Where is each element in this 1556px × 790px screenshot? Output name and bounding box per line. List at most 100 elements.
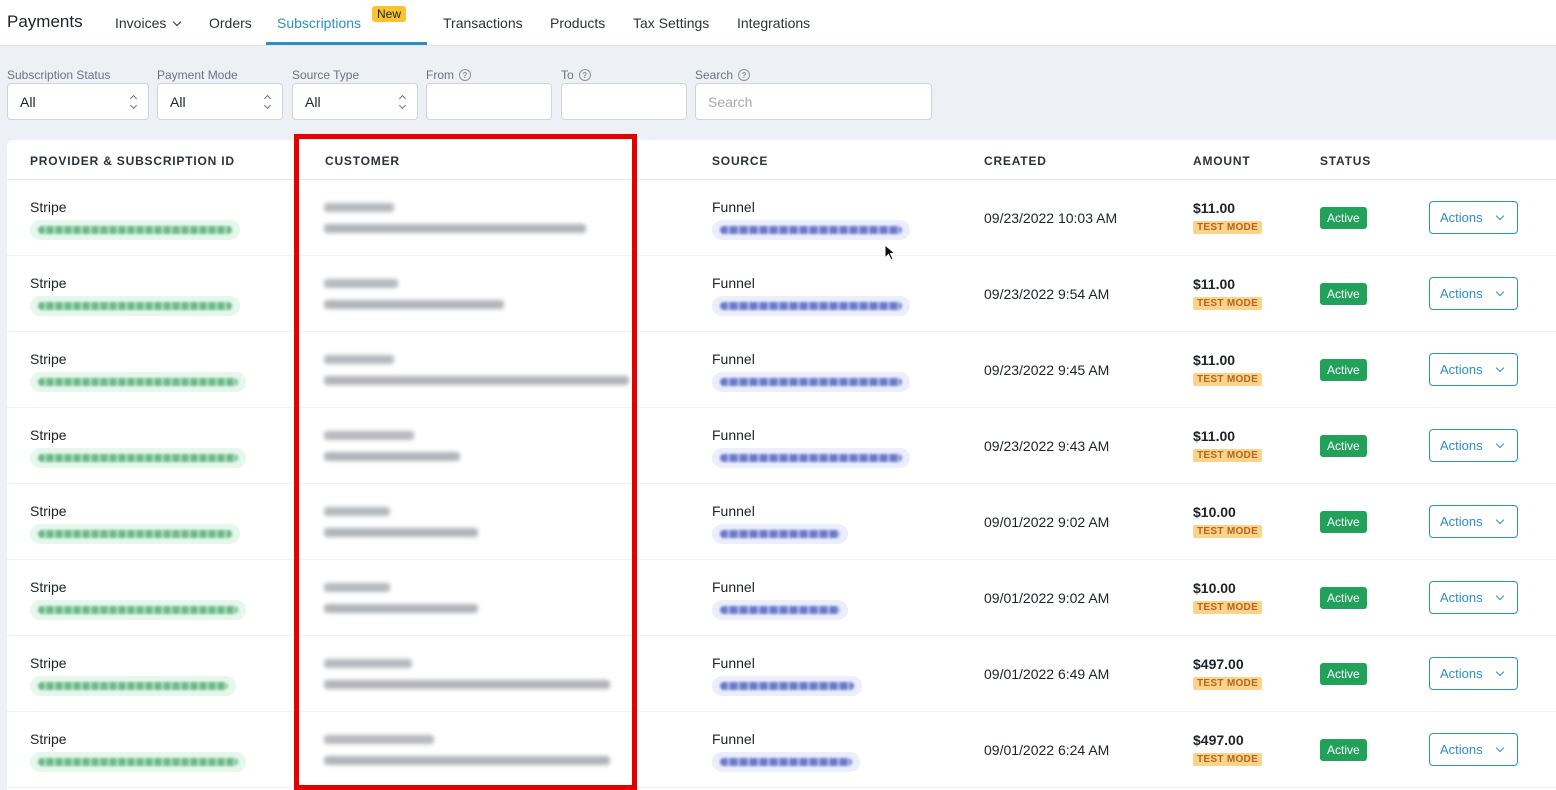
source-link-redacted[interactable] xyxy=(712,448,910,468)
chevron-down-icon xyxy=(1495,363,1504,372)
customer-email-redacted xyxy=(324,604,478,613)
to-label-text: To xyxy=(561,68,574,82)
customer-name-redacted xyxy=(324,431,414,440)
subscription-id-redacted xyxy=(30,752,246,772)
customer-email-redacted xyxy=(324,680,610,689)
actions-button[interactable]: Actions xyxy=(1429,581,1518,614)
sort-arrows-icon xyxy=(263,94,272,109)
amount-value: $11.00 xyxy=(1193,276,1236,292)
payment-mode-label: Payment Mode xyxy=(157,68,238,82)
created-date: 09/23/2022 9:54 AM xyxy=(984,286,1110,302)
subscription-id-redacted xyxy=(30,296,240,316)
source-link-redacted[interactable] xyxy=(712,752,860,772)
nav-integrations[interactable]: Integrations xyxy=(737,15,810,31)
subscription-id-redacted xyxy=(30,600,246,620)
to-date-input[interactable] xyxy=(561,83,687,120)
help-icon[interactable]: ? xyxy=(738,69,751,81)
table-row: Stripe Funnel 09/23/2022 9:43 AM $11.00 … xyxy=(7,408,1556,484)
chevron-down-icon xyxy=(173,17,182,27)
source-type: Funnel xyxy=(712,199,755,215)
source-type-select[interactable]: All xyxy=(292,83,418,120)
provider-name: Stripe xyxy=(30,427,67,443)
customer-name-redacted xyxy=(324,355,394,364)
source-type: Funnel xyxy=(712,427,755,443)
actions-button[interactable]: Actions xyxy=(1429,277,1518,310)
created-date: 09/01/2022 9:02 AM xyxy=(984,514,1110,530)
help-icon[interactable]: ? xyxy=(578,69,591,81)
amount-value: $11.00 xyxy=(1193,352,1236,368)
provider-name: Stripe xyxy=(30,275,67,291)
search-label-text: Search xyxy=(695,68,734,82)
payment-mode-select[interactable]: All xyxy=(157,83,283,120)
subscription-id-redacted xyxy=(30,524,240,544)
active-tab-indicator xyxy=(266,42,427,45)
actions-button[interactable]: Actions xyxy=(1429,505,1518,538)
source-link-redacted[interactable] xyxy=(712,372,910,392)
to-label: To? xyxy=(561,68,591,82)
source-link-redacted[interactable] xyxy=(712,524,848,544)
customer-name-redacted xyxy=(324,583,390,592)
table-row: Stripe Funnel 09/23/2022 9:45 AM $11.00 … xyxy=(7,332,1556,408)
source-link-redacted[interactable] xyxy=(712,676,862,696)
header-status: STATUS xyxy=(1320,154,1372,168)
amount-value: $10.00 xyxy=(1193,580,1236,596)
from-label: From? xyxy=(426,68,471,82)
payment-mode-value: All xyxy=(170,93,186,110)
help-icon[interactable]: ? xyxy=(459,69,471,81)
amount-value: $11.00 xyxy=(1193,200,1236,216)
search-input[interactable] xyxy=(695,83,932,120)
actions-button[interactable]: Actions xyxy=(1429,353,1518,386)
actions-label: Actions xyxy=(1440,438,1483,453)
chevron-down-icon xyxy=(1495,439,1504,448)
nav-orders[interactable]: Orders xyxy=(209,15,252,31)
nav-tax-settings[interactable]: Tax Settings xyxy=(633,15,709,31)
nav-transactions[interactable]: Transactions xyxy=(443,15,523,31)
created-date: 09/01/2022 6:49 AM xyxy=(984,666,1110,682)
actions-button[interactable]: Actions xyxy=(1429,201,1518,234)
provider-name: Stripe xyxy=(30,351,67,367)
customer-email-redacted xyxy=(324,756,610,765)
nav-invoices[interactable]: Invoices xyxy=(115,15,182,31)
customer-email-redacted xyxy=(324,224,586,233)
subscription-status-value: All xyxy=(20,93,36,110)
table-row: Stripe Funnel 09/01/2022 9:02 AM $10.00 … xyxy=(7,560,1556,636)
actions-button[interactable]: Actions xyxy=(1429,733,1518,766)
source-link-redacted[interactable] xyxy=(712,600,848,620)
customer-name-redacted xyxy=(324,203,394,212)
customer-name-redacted xyxy=(324,659,412,668)
provider-name: Stripe xyxy=(30,655,67,671)
source-link-redacted[interactable] xyxy=(712,220,910,240)
search-label: Search? xyxy=(695,68,751,82)
actions-button[interactable]: Actions xyxy=(1429,429,1518,462)
subscriptions-table: PROVIDER & SUBSCRIPTION ID CUSTOMER SOUR… xyxy=(7,140,1556,790)
from-date-input[interactable] xyxy=(426,83,552,120)
customer-name-redacted xyxy=(324,735,434,744)
subscription-status-select[interactable]: All xyxy=(7,83,149,120)
source-link-redacted[interactable] xyxy=(712,296,910,316)
test-mode-badge: TEST MODE xyxy=(1193,677,1263,690)
status-badge: Active xyxy=(1320,435,1367,457)
customer-email-redacted xyxy=(324,376,629,385)
test-mode-badge: TEST MODE xyxy=(1193,753,1263,766)
source-type: Funnel xyxy=(712,655,755,671)
customer-email-redacted xyxy=(324,528,478,537)
created-date: 09/23/2022 9:45 AM xyxy=(984,362,1110,378)
nav-invoices-label: Invoices xyxy=(115,15,167,31)
source-type: Funnel xyxy=(712,731,755,747)
new-badge: New xyxy=(372,6,407,22)
actions-button[interactable]: Actions xyxy=(1429,657,1518,690)
header-customer: CUSTOMER xyxy=(325,154,400,168)
chevron-down-icon xyxy=(1495,515,1504,524)
header-created: CREATED xyxy=(984,154,1047,168)
test-mode-badge: TEST MODE xyxy=(1193,449,1263,462)
nav-subscriptions[interactable]: Subscriptions xyxy=(277,15,361,31)
actions-label: Actions xyxy=(1440,210,1483,225)
provider-name: Stripe xyxy=(30,579,67,595)
actions-label: Actions xyxy=(1440,286,1483,301)
nav-products[interactable]: Products xyxy=(550,15,605,31)
status-badge: Active xyxy=(1320,283,1367,305)
actions-label: Actions xyxy=(1440,742,1483,757)
header-amount: AMOUNT xyxy=(1193,154,1251,168)
provider-name: Stripe xyxy=(30,503,67,519)
chevron-down-icon xyxy=(1495,667,1504,676)
